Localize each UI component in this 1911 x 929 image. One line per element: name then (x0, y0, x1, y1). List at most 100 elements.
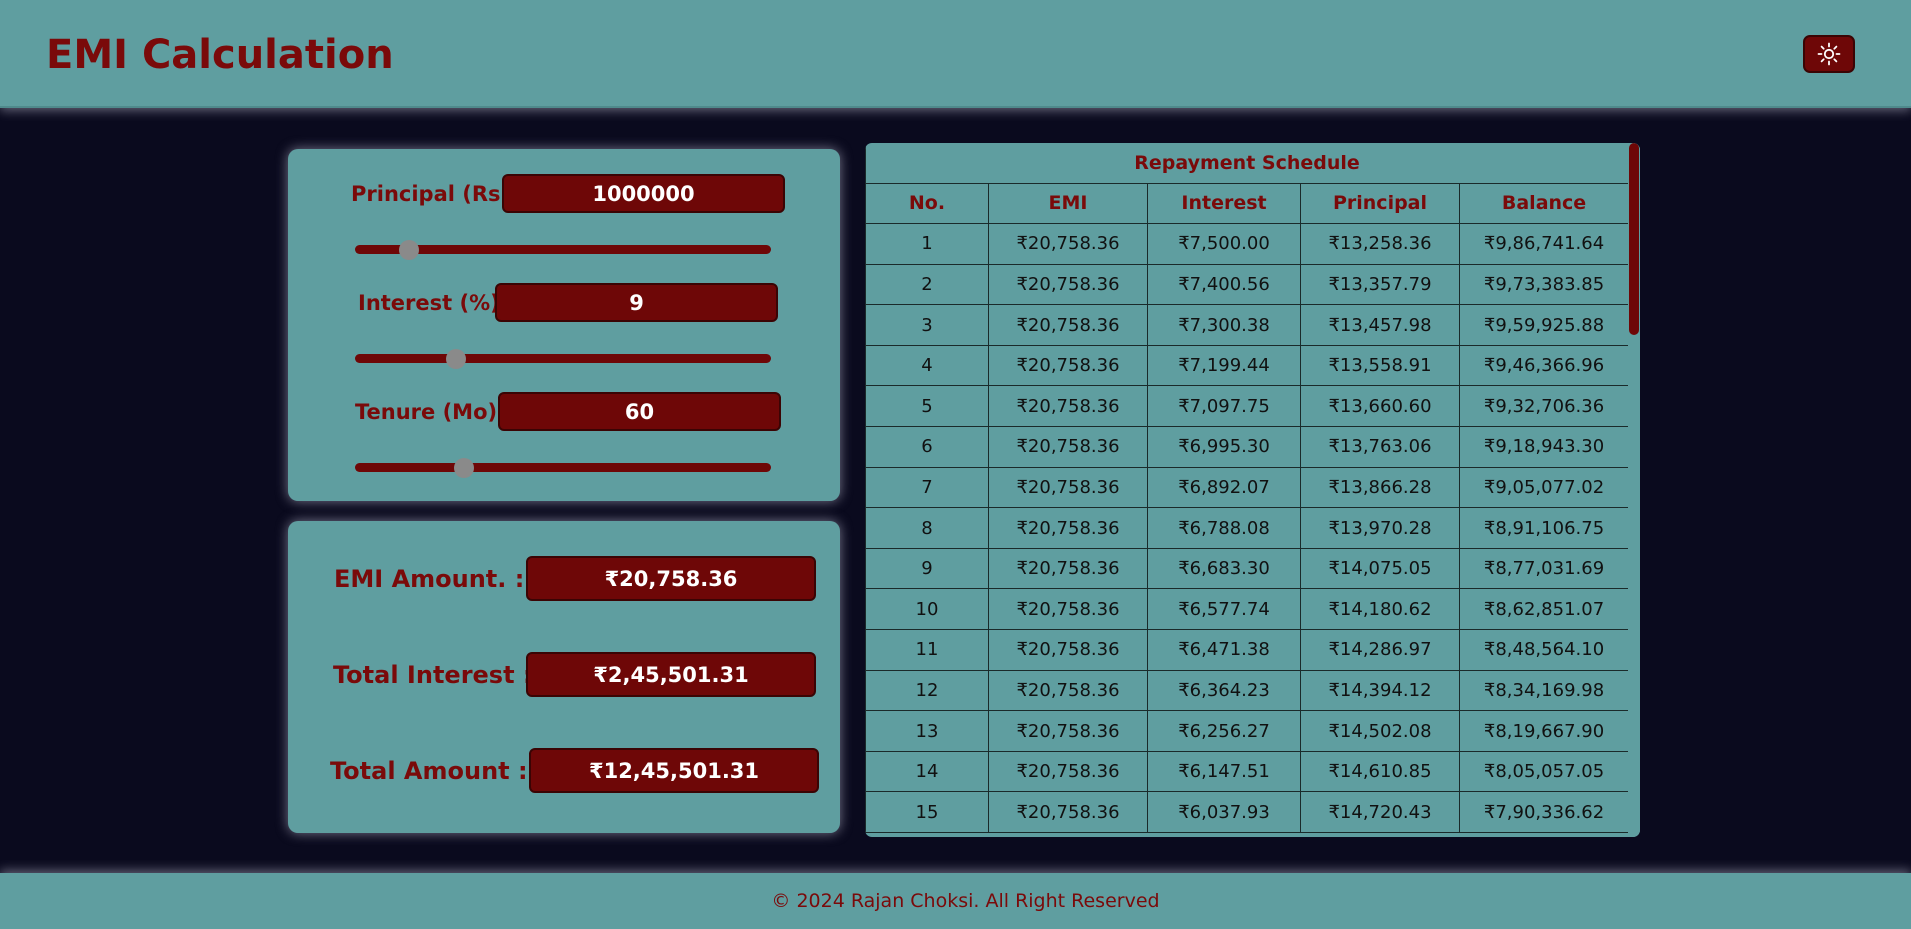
column-header-emi: EMI (988, 182, 1148, 225)
cell-no: 11 (865, 629, 989, 671)
principal-slider[interactable] (355, 240, 771, 260)
cell-principal: ₹13,970.28 (1300, 507, 1460, 549)
interest-label: Interest (%) (358, 291, 500, 315)
cell-balance: ₹9,73,383.85 (1458, 263, 1628, 306)
cell-no: 14 (865, 750, 989, 793)
cell-interest: ₹6,364.23 (1147, 669, 1301, 712)
table-row: 12 ₹20,758.36 ₹6,364.23 ₹14,394.12 ₹8,34,169… (865, 669, 1628, 712)
cell-balance: ₹9,18,943.30 (1458, 426, 1628, 468)
column-header-interest: Interest (1147, 182, 1301, 225)
table-row: 11 ₹20,758.36 ₹6,471.38 ₹14,286.97 ₹8,48,564… (865, 629, 1628, 671)
cell-emi: ₹20,758.36 (988, 629, 1148, 671)
cell-principal: ₹13,866.28 (1300, 466, 1460, 509)
cell-principal: ₹14,075.05 (1300, 547, 1460, 590)
cell-principal: ₹14,180.62 (1300, 588, 1460, 631)
cell-no: 13 (865, 710, 989, 752)
cell-balance: ₹7,90,336.62 (1458, 791, 1628, 833)
repayment-schedule-table[interactable]: Repayment Schedule No. EMI Interest Prin… (865, 143, 1640, 837)
table-scrollbar-thumb[interactable] (1629, 143, 1639, 335)
cell-interest: ₹6,147.51 (1147, 750, 1301, 793)
table-row: 10 ₹20,758.36 ₹6,577.74 ₹14,180.62 ₹8,62,851… (865, 588, 1628, 631)
cell-no: 15 (865, 791, 989, 833)
cell-interest: ₹6,683.30 (1147, 547, 1301, 590)
cell-emi: ₹20,758.36 (988, 223, 1148, 265)
cell-balance: ₹9,46,366.96 (1458, 344, 1628, 387)
cell-emi: ₹20,758.36 (988, 710, 1148, 752)
sun-icon (1817, 42, 1841, 66)
schedule-title: Repayment Schedule (865, 143, 1628, 184)
cell-principal: ₹13,457.98 (1300, 304, 1460, 346)
cell-principal: ₹13,258.36 (1300, 223, 1460, 265)
cell-emi: ₹20,758.36 (988, 263, 1148, 306)
emi-amount-value: ₹20,758.36 (526, 556, 816, 601)
cell-principal: ₹14,720.43 (1300, 791, 1460, 833)
cell-emi: ₹20,758.36 (988, 507, 1148, 549)
cell-emi: ₹20,758.36 (988, 588, 1148, 631)
interest-slider[interactable] (355, 349, 771, 369)
interest-input[interactable]: 9 (495, 283, 778, 322)
table-scrollbar[interactable] (1628, 143, 1640, 837)
cell-principal: ₹13,660.60 (1300, 385, 1460, 428)
app-header: EMI Calculation (0, 0, 1911, 108)
cell-emi: ₹20,758.36 (988, 304, 1148, 346)
cell-principal: ₹13,558.91 (1300, 344, 1460, 387)
table-row: 8 ₹20,758.36 ₹6,788.08 ₹13,970.28 ₹8,91,106.… (865, 507, 1628, 549)
total-amount-value: ₹12,45,501.31 (529, 748, 819, 793)
cell-emi: ₹20,758.36 (988, 466, 1148, 509)
cell-interest: ₹7,400.56 (1147, 263, 1301, 306)
cell-no: 1 (865, 223, 989, 265)
table-row: 7 ₹20,758.36 ₹6,892.07 ₹13,866.28 ₹9,05,077.… (865, 466, 1628, 509)
principal-label: Principal (Rs) (351, 182, 511, 206)
cell-no: 8 (865, 507, 989, 549)
cell-emi: ₹20,758.36 (988, 426, 1148, 468)
cell-principal: ₹13,763.06 (1300, 426, 1460, 468)
cell-balance: ₹8,19,667.90 (1458, 710, 1628, 752)
table-row: 1 ₹20,758.36 ₹7,500.00 ₹13,258.36 ₹9,86,741.… (865, 223, 1628, 265)
cell-emi: ₹20,758.36 (988, 791, 1148, 833)
cell-principal: ₹14,394.12 (1300, 669, 1460, 712)
cell-interest: ₹7,097.75 (1147, 385, 1301, 428)
cell-balance: ₹8,34,169.98 (1458, 669, 1628, 712)
table-row: 13 ₹20,758.36 ₹6,256.27 ₹14,502.08 ₹8,19,667… (865, 710, 1628, 752)
cell-principal: ₹13,357.79 (1300, 263, 1460, 306)
tenure-slider[interactable] (355, 458, 771, 478)
table-row: 14 ₹20,758.36 ₹6,147.51 ₹14,610.85 ₹8,05,057… (865, 750, 1628, 793)
theme-toggle-button[interactable] (1803, 35, 1855, 73)
copyright-text: © 2024 Rajan Choksi. All Right Reserved (771, 890, 1160, 912)
page-footer: © 2024 Rajan Choksi. All Right Reserved (0, 873, 1911, 929)
table-row: 15 ₹20,758.36 ₹6,037.93 ₹14,720.43 ₹7,90,336… (865, 791, 1628, 833)
emi-amount-label: EMI Amount. : (334, 565, 525, 593)
cell-emi: ₹20,758.36 (988, 344, 1148, 387)
column-header-balance: Balance (1458, 182, 1628, 225)
cell-emi: ₹20,758.36 (988, 385, 1148, 428)
cell-balance: ₹8,05,057.05 (1458, 750, 1628, 793)
cell-interest: ₹6,892.07 (1147, 466, 1301, 509)
table-row: 3 ₹20,758.36 ₹7,300.38 ₹13,457.98 ₹9,59,925.… (865, 304, 1628, 346)
cell-interest: ₹6,471.38 (1147, 629, 1301, 671)
cell-balance: ₹9,86,741.64 (1458, 223, 1628, 265)
cell-no: 2 (865, 263, 989, 306)
cell-balance: ₹8,48,564.10 (1458, 629, 1628, 671)
cell-interest: ₹6,037.93 (1147, 791, 1301, 833)
cell-interest: ₹7,500.00 (1147, 223, 1301, 265)
total-interest-label: Total Interest : (333, 661, 533, 689)
cell-interest: ₹6,577.74 (1147, 588, 1301, 631)
results-panel: EMI Amount. : ₹20,758.36 Total Interest … (288, 521, 840, 833)
cell-no: 12 (865, 669, 989, 712)
tenure-slider-knob[interactable] (454, 458, 474, 478)
cell-no: 6 (865, 426, 989, 468)
tenure-label: Tenure (Mo) (355, 400, 498, 424)
tenure-input[interactable]: 60 (498, 392, 781, 431)
cell-balance: ₹9,59,925.88 (1458, 304, 1628, 346)
cell-balance: ₹9,05,077.02 (1458, 466, 1628, 509)
principal-input[interactable]: 1000000 (502, 174, 785, 213)
cell-no: 10 (865, 588, 989, 631)
total-interest-value: ₹2,45,501.31 (526, 652, 816, 697)
principal-slider-knob[interactable] (398, 240, 419, 260)
column-header-principal: Principal (1300, 182, 1460, 225)
cell-interest: ₹6,995.30 (1147, 426, 1301, 468)
cell-no: 3 (865, 304, 989, 346)
interest-slider-knob[interactable] (446, 349, 467, 369)
cell-interest: ₹7,199.44 (1147, 344, 1301, 387)
cell-principal: ₹14,502.08 (1300, 710, 1460, 752)
